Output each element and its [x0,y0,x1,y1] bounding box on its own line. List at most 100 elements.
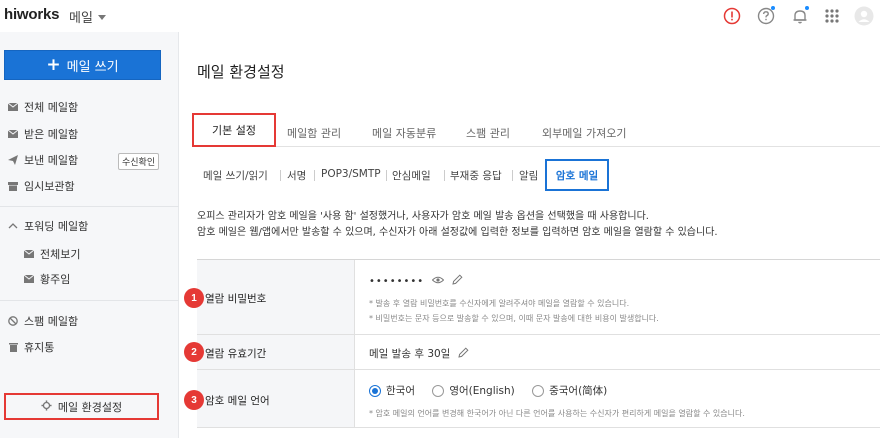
send-icon [8,155,18,165]
row-label-cell: 1 열람 비밀번호 [184,260,355,334]
subtab-compose-read[interactable]: 메일 쓰기/읽기 [203,168,268,183]
edit-pencil-icon[interactable] [452,274,463,288]
mail-settings-button[interactable]: 메일 환경설정 [4,393,159,420]
settings-table: 1 열람 비밀번호 •••••••• * 발송 후 열람 비밀번호를 수신자에게… [184,259,880,428]
subtab-auto-reply[interactable]: 부재중 응답 [450,168,502,183]
subtab-pop3-smtp[interactable]: POP3/SMTP [321,168,381,180]
compose-label: 메일 쓰기 [66,59,119,75]
alert-icon[interactable] [721,5,743,27]
divider [314,170,315,181]
user-avatar-icon[interactable] [853,5,875,27]
divider [444,170,445,181]
sidebar-item-spam[interactable]: 스팸 메일함 [8,312,78,330]
radio-button[interactable] [532,384,545,397]
sidebar-item-inbox[interactable]: 받은 메일함 [8,125,78,143]
radio-label: 영어(English) [449,385,515,397]
divider [386,170,387,181]
sidebar-item-label: 스팸 메일함 [24,315,79,328]
sidebar-item-forwarding[interactable]: 포워딩 메일함 [8,217,88,235]
sidebar-item-label: 황주임 [40,273,71,286]
archive-icon [8,181,18,191]
main-content: 메일 환경설정 기본 설정 메일함 관리 메일 자동분류 스팸 관리 외부메일 … [180,32,880,438]
block-icon [8,316,18,326]
mail-icon [8,129,18,139]
sidebar-item-label: 전체보기 [40,248,81,261]
radio-button-checked[interactable] [369,384,381,397]
apps-grid-icon[interactable] [821,5,843,27]
radio-label: 중국어(简体) [549,385,608,397]
receipt-check-button[interactable]: 수신확인 [118,153,160,170]
row-label: 열람 비밀번호 [205,293,267,305]
period-value: 메일 발송 후 30일 [369,346,469,361]
row-label: 암호 메일 언어 [205,395,270,407]
app-switcher[interactable]: 메일 [69,7,106,26]
trash-icon [8,342,18,352]
notification-dot [771,6,775,10]
language-note: * 암호 메일의 언어를 변경해 한국어가 아닌 다른 언어를 사용하는 수신자… [369,409,745,418]
password-value: •••••••• [369,274,463,288]
chevron-up-icon [8,221,18,231]
top-bar: hiworks 메일 [0,0,880,32]
edit-pencil-icon[interactable] [458,346,469,361]
page-title: 메일 환경설정 [197,63,285,81]
hiworks-logo[interactable]: hiworks [4,6,59,23]
mail-icon [24,249,34,259]
mail-icon [24,274,34,284]
help-icon[interactable] [755,5,777,27]
bell-icon[interactable] [789,5,811,27]
subtab-notifications[interactable]: 알림 [519,168,538,183]
row-view-period: 2 열람 유효기간 메일 발송 후 30일 [184,335,880,370]
row-view-password: 1 열람 비밀번호 •••••••• * 발송 후 열람 비밀번호를 수신자에게… [184,260,880,335]
subtab-secure-mail[interactable]: 안심메일 [392,168,431,183]
password-note-1: * 발송 후 열람 비밀번호를 수신자에게 알려주셔야 메일을 열람할 수 있습… [369,299,630,308]
sidebar-item-label: 보낸 메일함 [24,154,79,167]
divider [280,170,281,181]
chevron-down-icon [97,15,106,20]
sidebar-divider [0,206,179,207]
sidebar-item-view-all[interactable]: 전체보기 [24,245,80,263]
sidebar-divider [0,300,179,301]
settings-subtabs: 메일 쓰기/읽기 서명 POP3/SMTP 안심메일 부재중 응답 알림 암호 … [197,159,877,191]
tab-basic-settings[interactable]: 기본 설정 [192,113,276,147]
step-number-badge: 3 [184,390,204,410]
radio-english[interactable]: 영어(English) [432,383,515,398]
subtab-encrypted-mail[interactable]: 암호 메일 [545,159,609,191]
eye-icon[interactable] [431,275,445,287]
row-label-cell: 2 열람 유효기간 [184,335,355,369]
radio-chinese[interactable]: 중국어(简体) [532,383,607,398]
gear-icon [41,399,52,414]
sidebar-item-all-mail[interactable]: 전체 메일함 [8,98,78,116]
tab-auto-sort[interactable]: 메일 자동분류 [372,125,436,141]
tab-mailbox-management[interactable]: 메일함 관리 [287,125,341,141]
sidebar-item-trash[interactable]: 휴지통 [8,338,54,356]
radio-button[interactable] [432,384,445,397]
app-name: 메일 [69,11,93,26]
divider [512,170,513,181]
sidebar-item-label: 휴지통 [24,341,55,354]
sidebar-item-label: 받은 메일함 [24,128,79,141]
step-number-badge: 2 [184,342,204,362]
row-mail-language: 3 암호 메일 언어 한국어 영어(English) 중국어(简体) * 암호 … [184,370,880,428]
sidebar-item-sent[interactable]: 보낸 메일함 [8,151,78,169]
radio-korean[interactable]: 한국어 [369,383,415,398]
settings-tabs: 기본 설정 메일함 관리 메일 자동분류 스팸 관리 외부메일 가져오기 [192,113,880,147]
subtab-signature[interactable]: 서명 [287,168,306,183]
sidebar: + 메일 쓰기 전체 메일함 받은 메일함 보낸 메일함 수신확인 임시보관함 … [0,32,179,438]
row-label: 열람 유효기간 [205,348,267,360]
sidebar-item-label: 임시보관함 [24,180,75,193]
description-line-1: 오피스 관리자가 암호 메일을 '사용 함' 설정했거나, 사용자가 암호 메일… [197,211,649,222]
sidebar-item-drafts[interactable]: 임시보관함 [8,177,75,195]
tab-spam-management[interactable]: 스팸 관리 [466,125,510,141]
sidebar-item-hwang[interactable]: 황주임 [24,270,70,288]
tab-external-mail[interactable]: 외부메일 가져오기 [542,125,626,141]
compose-button[interactable]: + 메일 쓰기 [4,50,161,80]
period-text: 메일 발송 후 30일 [369,348,451,360]
radio-label: 한국어 [386,385,415,397]
mail-icon [8,102,18,112]
password-note-2: * 비밀번호는 문자 등으로 발송할 수 있으며, 이때 문자 발송에 대한 비… [369,314,659,323]
sidebar-item-label: 전체 메일함 [24,101,79,114]
description-line-2: 암호 메일은 웹/앱에서만 발송할 수 있으며, 수신자가 아래 설정값에 입력… [197,227,718,238]
masked-password: •••••••• [369,275,425,287]
step-number-badge: 1 [184,288,204,308]
sidebar-item-label: 포워딩 메일함 [24,220,89,233]
